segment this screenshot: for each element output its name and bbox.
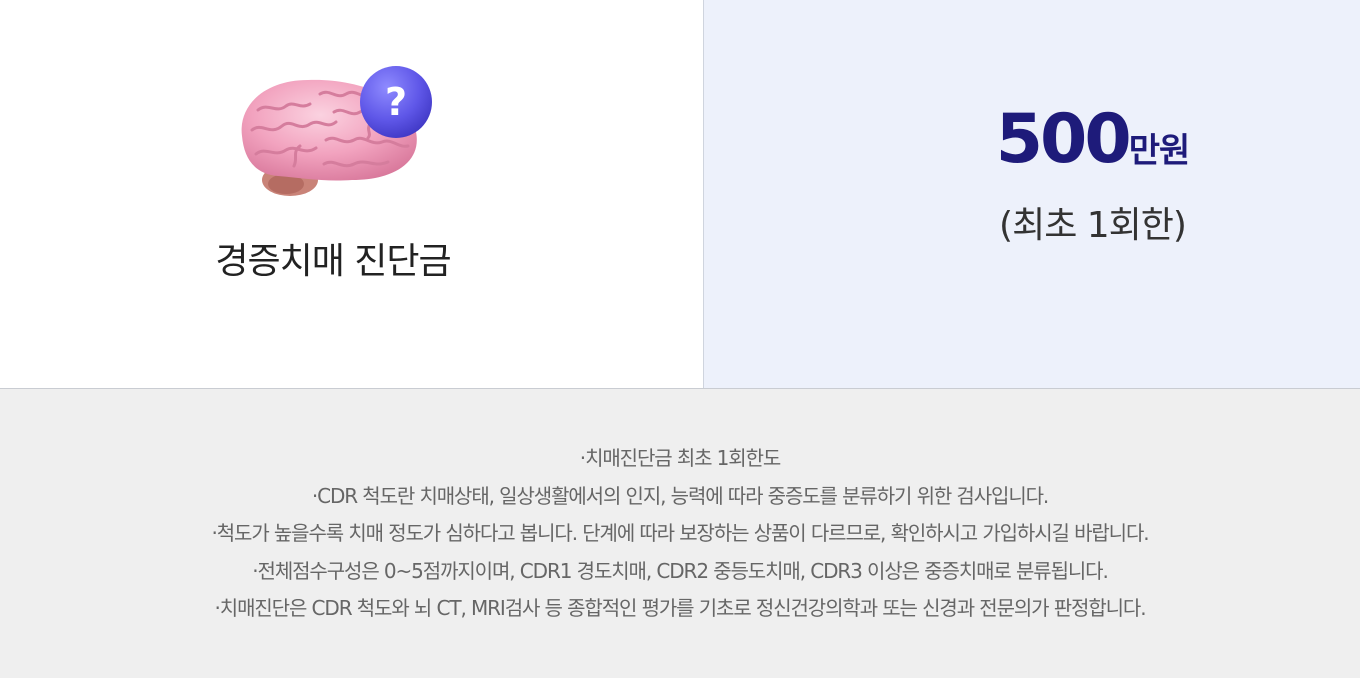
benefit-amount-panel: 500만원 (최초 1회한) xyxy=(703,0,1360,388)
svg-text:?: ? xyxy=(385,80,407,124)
note-text: 척도가 높을수록 치매 정도가 심하다고 봅니다. 단계에 따라 보장하는 상품… xyxy=(216,521,1150,545)
note-item: ·치매진단은 CDR 척도와 뇌 CT, MRI검사 등 종합적인 평가를 기초… xyxy=(0,590,1360,628)
note-item: ·치매진단금 최초 1회한도 xyxy=(0,440,1360,478)
notes-section: ·치매진단금 최초 1회한도 ·CDR 척도란 치매상태, 일상생활에서의 인지… xyxy=(0,389,1360,678)
notes-list: ·치매진단금 최초 1회한도 ·CDR 척도란 치매상태, 일상생활에서의 인지… xyxy=(0,440,1360,628)
benefit-amount: 500만원 xyxy=(704,100,1360,179)
note-item: ·전체점수구성은 0~5점까지이며, CDR1 경도치매, CDR2 중등도치매… xyxy=(0,553,1360,591)
amount-note: (최초 1회한) xyxy=(999,205,1187,246)
benefit-title: 경증치매 진단금 xyxy=(215,241,451,282)
amount-number: 500 xyxy=(995,100,1132,179)
note-item: ·척도가 높을수록 치매 정도가 심하다고 봅니다. 단계에 따라 보장하는 상… xyxy=(0,515,1360,553)
note-item: ·CDR 척도란 치매상태, 일상생활에서의 인지, 능력에 따라 중증도를 분… xyxy=(0,478,1360,516)
brain-question-icon: ? xyxy=(234,66,434,200)
benefit-label-panel: ? 경증치매 진단금 xyxy=(0,0,703,388)
amount-unit: 만원 xyxy=(1128,131,1191,171)
note-text: CDR 척도란 치매상태, 일상생활에서의 인지, 능력에 따라 중증도를 분류… xyxy=(317,483,1049,508)
note-text: 치매진단은 CDR 척도와 뇌 CT, MRI검사 등 종합적인 평가를 기초로… xyxy=(219,596,1147,620)
note-text: 전체점수구성은 0~5점까지이며, CDR1 경도치매, CDR2 중등도치매,… xyxy=(257,558,1109,583)
note-text: 치매진단금 최초 1회한도 xyxy=(585,446,781,470)
benefit-card: ? 경증치매 진단금 500만원 (최초 1회한) ·치매진단금 최초 1회한도… xyxy=(0,0,1360,678)
benefit-summary: ? 경증치매 진단금 500만원 (최초 1회한) xyxy=(0,0,1360,388)
